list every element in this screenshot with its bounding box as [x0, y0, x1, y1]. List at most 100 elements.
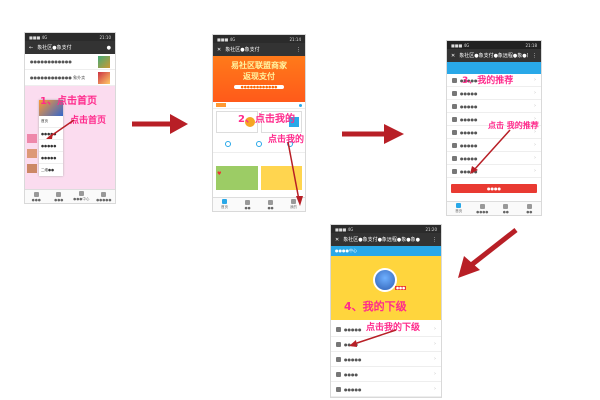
signal-text: ■■■ 4G	[451, 42, 470, 48]
tab-2[interactable]: ●●●	[48, 190, 71, 203]
product-image[interactable]	[216, 166, 258, 190]
thumbnail-image	[98, 71, 110, 84]
chevron-right-icon: ›	[434, 326, 436, 332]
row-icon	[452, 90, 457, 96]
row-label: ●●●●●	[460, 116, 478, 122]
tab-2[interactable]: ●●	[236, 198, 259, 211]
tab-bar: 首页 ●●●● ●● ●●	[447, 201, 541, 215]
signal-text: ■■■ 4G	[335, 226, 354, 232]
status-bar: ■■■ 4G 21:14	[213, 35, 305, 43]
tab-label: ●●	[244, 205, 251, 210]
chevron-right-icon: ›	[534, 142, 536, 148]
chevron-right-icon: ›	[434, 386, 436, 392]
tab-icon	[56, 191, 62, 197]
tab-label: ●●	[526, 209, 533, 214]
tab-1[interactable]: ●●●	[25, 190, 48, 203]
side-thumbs	[27, 134, 37, 173]
tab-icon	[78, 191, 84, 196]
list-item[interactable]: ●●●●●●●●●●●● 象外卖	[25, 70, 115, 86]
list-item[interactable]: ●●●●● ›	[447, 87, 541, 100]
tab-icon	[268, 199, 273, 205]
pointer-head	[349, 340, 357, 347]
window-title: 象社区●象支付●象远程●象●象●	[343, 237, 421, 243]
tab-label: ●●●●●	[96, 197, 112, 202]
nav-bar: ✕ 象社区●象支付●象远程●象●象● ⋮	[447, 49, 541, 62]
nav-bar: ✕ 象社区●象支付●象远程●象●象● ⋮	[331, 233, 441, 246]
more-icon[interactable]: ⋮	[296, 47, 301, 53]
pointer-line	[473, 129, 511, 171]
banner-note: ●●●●●●●●●●●●	[234, 85, 284, 89]
thumbnail-image	[27, 149, 37, 158]
heart-icon: ♥	[217, 171, 222, 177]
chevron-right-icon: ›	[434, 341, 436, 347]
list-item[interactable]: ●●●●● ›	[447, 100, 541, 113]
tab-label: ●●●●	[476, 209, 489, 214]
row-label: ●●●●●	[344, 356, 362, 362]
step-2-callout: 2、点击我的	[238, 114, 295, 125]
step-3-callout: 3、我的推荐	[462, 76, 514, 86]
list-item-text: ●●●●●●●●●●●● 象外卖	[30, 74, 86, 80]
tab-icon	[101, 191, 107, 197]
clock-text: 21:20	[425, 226, 437, 232]
window-title: 象社区●象支付	[225, 47, 260, 53]
step-1-callout: 1、点击首页	[40, 96, 97, 107]
row-icon	[452, 129, 457, 135]
row-icon	[452, 155, 457, 161]
flow-arrow-diagonal	[458, 228, 518, 278]
promo-banner[interactable]: 易社区联盟商家 返现支付 ●●●●●●●●●●●●	[213, 56, 305, 102]
pointer-arrow-2	[287, 141, 303, 206]
location-icon	[299, 103, 302, 107]
signal-text: ■■■ 4G	[29, 34, 48, 40]
avatar[interactable]	[373, 268, 397, 292]
back-icon[interactable]: ←	[29, 45, 33, 51]
close-icon[interactable]: ✕	[335, 237, 339, 243]
pointer-arrow-1	[46, 119, 75, 139]
tab-2[interactable]: ●●●●	[471, 202, 495, 215]
arrow-head	[384, 124, 404, 144]
logo-badge	[216, 103, 226, 107]
clock-text: 21:14	[289, 36, 301, 42]
tab-icon	[245, 199, 250, 205]
chevron-right-icon: ›	[534, 77, 536, 83]
list-item[interactable]: ●●●● ›	[331, 367, 441, 382]
action-button[interactable]: ●●●●	[451, 184, 537, 193]
row-label: ●●●●	[344, 371, 358, 377]
shortcut-icon[interactable]	[255, 140, 262, 147]
thumbnail-image	[98, 55, 110, 68]
gear-icon	[526, 203, 532, 209]
tab-4[interactable]: ●●●●●	[93, 190, 116, 203]
tab-3[interactable]: ●●	[494, 202, 518, 215]
status-bar: ■■■ 4G 21:10	[25, 33, 115, 41]
tab-home[interactable]: 首页	[213, 198, 236, 211]
user-icon[interactable]: ●	[107, 45, 111, 51]
window-title: 象社区●象支付	[37, 45, 72, 51]
banner-title: 易社区联盟商家	[231, 61, 287, 70]
nav-bar: ← 象社区●象支付 ●	[25, 41, 115, 54]
flow-arrow-right-1	[132, 114, 188, 134]
pointer-arrow-3	[470, 129, 511, 174]
home-icon	[222, 199, 227, 204]
tab-label: ●●	[502, 209, 509, 214]
row-icon	[336, 341, 341, 347]
flow-arrow-right-2	[342, 124, 404, 144]
pointer-line	[287, 141, 300, 201]
pointer-head	[46, 133, 53, 139]
tab-3[interactable]: ●●	[259, 198, 282, 211]
row-icon	[452, 77, 457, 83]
chevron-right-icon: ›	[534, 168, 536, 174]
more-icon[interactable]: ⋮	[532, 53, 537, 59]
close-icon[interactable]: ✕	[451, 53, 455, 59]
list-item[interactable]: ●●●●● ›	[331, 382, 441, 397]
clock-text: 21:10	[99, 34, 111, 40]
menu-item-qrcode[interactable]: 二维●●	[39, 164, 63, 176]
list-item[interactable]: ●●●●●●●●●●●●	[25, 54, 115, 70]
chevron-right-icon: ›	[534, 155, 536, 161]
row-icon	[336, 356, 341, 362]
tab-label: ●●●中心	[73, 197, 90, 201]
close-icon[interactable]: ✕	[217, 47, 221, 53]
more-icon[interactable]: ⋮	[432, 237, 437, 243]
shortcut-icon[interactable]	[225, 140, 232, 147]
tab-home[interactable]: 首页	[447, 202, 471, 215]
tab-3[interactable]: ●●●中心	[70, 190, 93, 203]
tab-4[interactable]: ●●	[518, 202, 542, 215]
